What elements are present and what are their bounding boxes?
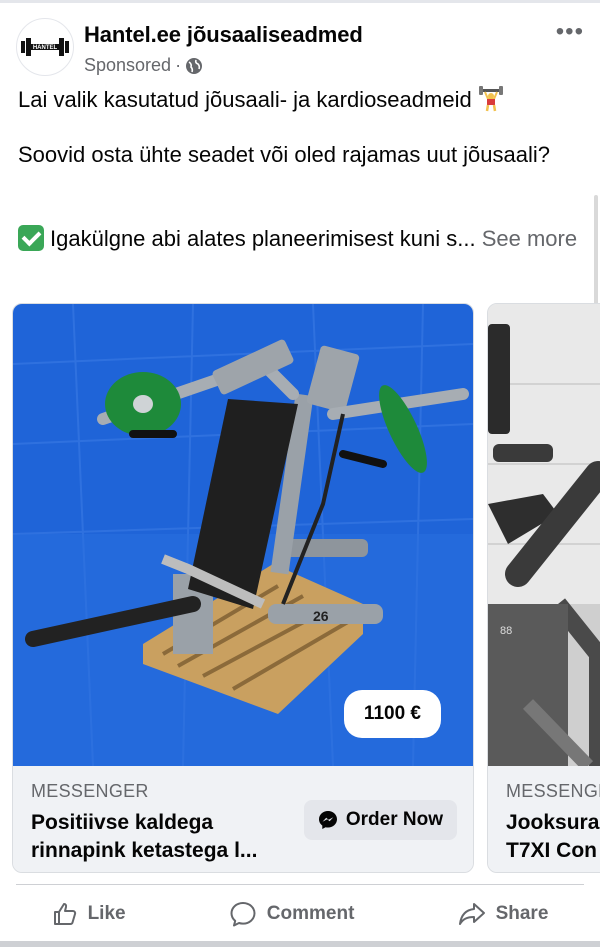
- logo-text: HANTEL: [33, 45, 58, 51]
- see-more-link[interactable]: See more: [482, 226, 577, 251]
- like-label: Like: [87, 902, 126, 924]
- price-badge: 1100 €: [343, 690, 441, 738]
- more-options-button[interactable]: •••: [556, 20, 584, 44]
- thumbs-up-icon: [53, 902, 76, 925]
- card-footer: MESSENGER Jooksurada T7XI Con: [488, 766, 600, 872]
- page-name[interactable]: Hantel.ee jõusaaliseadmed: [84, 22, 363, 48]
- plate-number: 26: [313, 608, 329, 624]
- post-text-1: Lai valik kasutatud jõusaali- ja kardios…: [18, 87, 472, 112]
- post-actions: Like Comment Share: [0, 886, 600, 941]
- meta-separator: ·: [175, 55, 182, 75]
- globe-icon: [186, 57, 203, 74]
- card-title[interactable]: Jooksurada T7XI Con: [506, 809, 600, 865]
- ad-carousel: 26 1100 € MESSENGER Positiivse kaldega r…: [0, 303, 600, 873]
- comment-label: Comment: [266, 902, 355, 924]
- carousel-card[interactable]: 26 1100 € MESSENGER Positiivse kaldega r…: [12, 303, 474, 873]
- card-source: MESSENGER: [31, 781, 149, 801]
- page-avatar[interactable]: HANTEL: [16, 18, 74, 76]
- like-button[interactable]: Like: [52, 901, 126, 927]
- post-text-3: Igakülgne abi alates planeerimisest kuni…: [50, 226, 476, 251]
- order-now-label: Order Now: [345, 809, 443, 830]
- actions-divider: [16, 884, 584, 885]
- card-title[interactable]: Positiivse kaldega rinnapink ketastega l…: [31, 809, 291, 865]
- sponsored-label[interactable]: Sponsored: [84, 55, 171, 76]
- check-mark-icon: [18, 225, 44, 251]
- comment-icon: [230, 901, 256, 926]
- post-meta: Sponsored ·: [84, 55, 203, 76]
- carousel-card[interactable]: 88 MESSENGER Jooksurada T7XI Con: [487, 303, 600, 873]
- share-button[interactable]: Share: [458, 901, 549, 927]
- dumbbell-logo-icon: HANTEL: [21, 38, 69, 56]
- bottom-edge: [0, 941, 600, 947]
- comment-button[interactable]: Comment: [229, 900, 355, 928]
- share-label: Share: [495, 902, 549, 924]
- post-text-line-1: Lai valik kasutatud jõusaali- ja kardios…: [18, 86, 588, 114]
- post-text-2: Soovid osta ühte seadet või oled rajamas…: [18, 142, 551, 167]
- share-icon: [458, 902, 485, 925]
- weightlifter-icon: [478, 86, 503, 112]
- messenger-icon: [318, 811, 337, 829]
- order-now-button[interactable]: Order Now: [303, 800, 457, 840]
- top-edge: [0, 0, 600, 3]
- console-text: 88: [500, 625, 512, 637]
- post-text-line-3: Igakülgne abi alates planeerimisest kuni…: [18, 225, 588, 253]
- card-source: MESSENGER: [506, 781, 600, 801]
- product-image-treadmill[interactable]: 88: [488, 304, 600, 766]
- card-footer: MESSENGER Positiivse kaldega rinnapink k…: [13, 766, 473, 872]
- post-header: HANTEL Hantel.ee jõusaaliseadmed Sponsor…: [0, 12, 600, 82]
